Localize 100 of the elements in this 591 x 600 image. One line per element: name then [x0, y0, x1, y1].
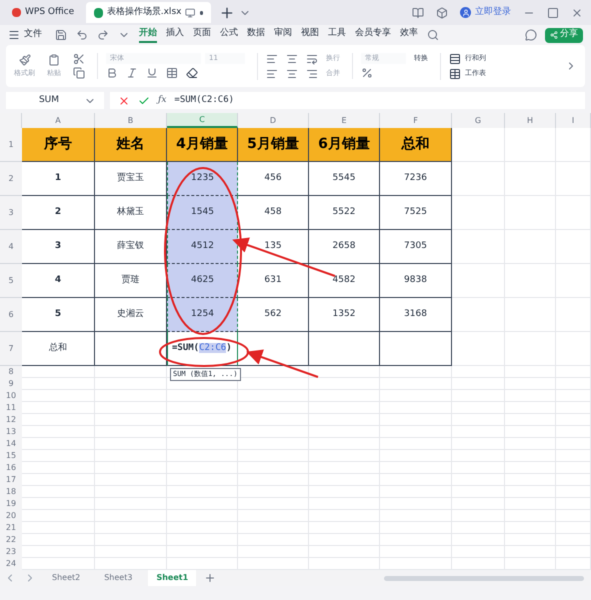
align-top-icon[interactable] — [266, 52, 278, 64]
empty-cell — [238, 438, 309, 450]
table-cell: 5 — [22, 298, 95, 332]
login-link[interactable]: 立即登录 — [475, 6, 511, 20]
sheet-tab[interactable]: Sheet1 — [148, 570, 196, 586]
name-box[interactable]: SUM — [6, 92, 104, 109]
table-cell: 4582 — [309, 264, 380, 298]
empty-cell — [556, 486, 591, 498]
menu-tab[interactable]: 会员专享 — [355, 26, 391, 44]
monitor-icon[interactable] — [185, 6, 196, 18]
row-header[interactable]: 4 — [0, 230, 22, 264]
row-header[interactable]: 23 — [0, 546, 22, 558]
border-icon[interactable] — [166, 67, 178, 79]
menu-tab[interactable]: 审阅 — [274, 26, 292, 44]
row-header[interactable]: 10 — [0, 390, 22, 402]
column-header[interactable]: C — [167, 113, 238, 128]
share-button[interactable]: 分享 — [545, 28, 583, 42]
empty-cell — [238, 450, 309, 462]
horizontal-scrollbar[interactable] — [384, 576, 584, 580]
file-menu[interactable]: 文件 — [8, 28, 42, 42]
row-header[interactable]: 13 — [0, 426, 22, 438]
empty-cell — [309, 462, 380, 474]
row-header[interactable]: 9 — [0, 378, 22, 390]
paste-icon[interactable] — [48, 54, 60, 66]
menu-tab[interactable]: 工具 — [328, 26, 346, 44]
menu-tab[interactable]: 开始 — [139, 26, 157, 44]
redo-icon[interactable] — [97, 29, 109, 41]
chat-icon[interactable] — [525, 29, 537, 41]
undo-icon[interactable] — [76, 29, 88, 41]
empty-cell — [380, 402, 452, 414]
maximize-icon[interactable] — [547, 6, 559, 18]
empty-cell — [238, 462, 309, 474]
empty-cell — [452, 196, 505, 230]
empty-cell — [556, 366, 591, 378]
empty-cell — [556, 522, 591, 534]
save-icon[interactable] — [55, 29, 67, 41]
sheet-tab[interactable]: Sheet2 — [44, 570, 88, 586]
column-header[interactable]: G — [452, 113, 505, 128]
menu-tab[interactable]: 插入 — [166, 26, 184, 44]
sheet-tab[interactable]: Sheet3 — [96, 570, 140, 586]
empty-cell — [309, 414, 380, 426]
empty-cell — [380, 534, 452, 546]
row-header[interactable]: 5 — [0, 264, 22, 298]
row-header[interactable]: 6 — [0, 298, 22, 332]
column-header[interactable]: H — [505, 113, 556, 128]
row-header[interactable]: 3 — [0, 196, 22, 230]
row-header[interactable]: 14 — [0, 438, 22, 450]
column-header[interactable]: I — [556, 113, 591, 128]
empty-cell — [505, 414, 556, 426]
menu-tab[interactable]: 视图 — [301, 26, 319, 44]
eraser-icon[interactable] — [186, 67, 198, 79]
row-header[interactable]: 1 — [0, 128, 22, 162]
row-header[interactable]: 11 — [0, 402, 22, 414]
row-header[interactable]: 8 — [0, 366, 22, 378]
bold-icon[interactable] — [106, 67, 118, 79]
app-tab[interactable]: WPS Office — [4, 2, 82, 22]
menu-tab[interactable]: 效率 — [400, 26, 418, 44]
search-icon[interactable] — [427, 29, 439, 41]
row-header[interactable]: 7 — [0, 332, 22, 366]
empty-cell — [167, 498, 238, 510]
italic-icon[interactable] — [126, 67, 138, 79]
row-header[interactable]: 15 — [0, 450, 22, 462]
row-header[interactable]: 18 — [0, 486, 22, 498]
align-left-icon[interactable] — [266, 68, 278, 80]
align-center-icon[interactable] — [286, 68, 298, 80]
file-tab[interactable]: 表格操作场景.xlsx — [86, 2, 212, 23]
row-header[interactable]: 20 — [0, 510, 22, 522]
empty-cell — [556, 162, 591, 196]
book-icon[interactable] — [412, 6, 424, 18]
format-painter-icon[interactable] — [18, 54, 30, 66]
menu-tab[interactable]: 页面 — [193, 26, 211, 44]
table-cell: 7305 — [380, 230, 452, 264]
row-header[interactable]: 2 — [0, 162, 22, 196]
row-header[interactable]: 22 — [0, 534, 22, 546]
function-icon[interactable]: ƒx — [158, 94, 166, 108]
copy-icon[interactable] — [73, 67, 85, 79]
align-right-icon[interactable] — [306, 68, 318, 80]
empty-cell — [95, 414, 167, 426]
row-header[interactable]: 19 — [0, 498, 22, 510]
percent-icon[interactable] — [361, 67, 373, 79]
align-middle-icon[interactable] — [286, 52, 298, 64]
rows-icon[interactable] — [449, 52, 461, 64]
cancel-icon[interactable] — [118, 94, 130, 106]
row-header[interactable]: 17 — [0, 474, 22, 486]
add-sheet-icon[interactable] — [204, 572, 216, 584]
worksheet-icon[interactable] — [449, 68, 461, 80]
row-header[interactable]: 12 — [0, 414, 22, 426]
close-icon[interactable] — [571, 6, 583, 18]
menu-tab[interactable]: 公式 — [220, 26, 238, 44]
row-header[interactable]: 24 — [0, 558, 22, 570]
empty-cell — [309, 426, 380, 438]
row-header[interactable]: 16 — [0, 462, 22, 474]
cube-icon[interactable] — [436, 6, 448, 18]
wrap-icon[interactable] — [306, 52, 318, 64]
menu-tab[interactable]: 数据 — [247, 26, 265, 44]
row-header[interactable]: 21 — [0, 522, 22, 534]
confirm-icon[interactable] — [138, 94, 150, 106]
formula-input[interactable]: =SUM(C2:C6) — [174, 94, 234, 108]
scissors-icon[interactable] — [73, 53, 85, 65]
underline-icon[interactable] — [146, 67, 158, 79]
